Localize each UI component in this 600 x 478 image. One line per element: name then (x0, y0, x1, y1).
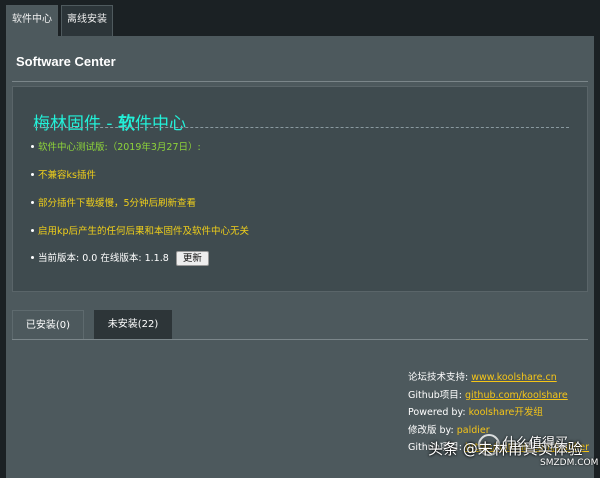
online-version-label: 在线版本: (100, 253, 142, 264)
page-title: Software Center (16, 54, 116, 69)
footer-powered: Powered by: koolshare开发组 (408, 404, 589, 422)
note-text: 不兼容ks插件 (38, 170, 96, 181)
header-text-1: 梅林固件 - (33, 114, 118, 134)
tab-installed[interactable]: 已安装(0) (12, 310, 84, 340)
note-text: 部分插件下载缓慢，5分钟后刷新查看 (38, 198, 197, 209)
powered-label: Powered by: (408, 407, 466, 418)
watermark-overlay: 什么值得买 (503, 436, 569, 451)
watermark-sub: SMZDM.COM (540, 458, 599, 468)
install-tabs: 已安装(0) 未安装(22) (12, 310, 588, 340)
header-text-3: 件中心 (134, 114, 186, 134)
github-link[interactable]: github.com/koolshare (465, 390, 568, 401)
top-tab-bar: 软件中心 离线安装 (0, 0, 600, 36)
note-slow-download: 部分插件下载缓慢，5分钟后刷新查看 (31, 195, 196, 209)
forum-label: 论坛技术支持: (408, 372, 469, 383)
note-text: 软件中心测试版:（2019年3月27日）: (38, 142, 201, 153)
tab-divider (12, 339, 588, 340)
modified-label: 修改版 by: (408, 424, 454, 436)
tab-offline-install[interactable]: 离线安装 (61, 5, 113, 36)
tab-not-installed[interactable]: 未安装(22) (94, 310, 172, 340)
footer-forum: 论坛技术支持: www.koolshare.cn (408, 369, 589, 387)
bullet-icon (31, 145, 34, 148)
bullet-icon (31, 201, 34, 204)
github-label: Github项目: (408, 389, 462, 401)
header-divider (35, 127, 569, 128)
note-disclaimer: 启用kp后产生的任何后果和本固件及软件中心无关 (31, 223, 249, 237)
bullet-icon (31, 256, 34, 259)
note-test-version: 软件中心测试版:（2019年3月27日）: (31, 139, 201, 153)
info-box: 梅林固件 - 软件中心 软件中心测试版:（2019年3月27日）: 不兼容ks插… (12, 86, 588, 292)
current-version-value: 0.0 (82, 253, 98, 264)
tab-software-center[interactable]: 软件中心 (6, 5, 58, 36)
note-text: 启用kp后产生的任何后果和本固件及软件中心无关 (38, 226, 250, 237)
forum-link[interactable]: www.koolshare.cn (471, 372, 556, 383)
firmware-header: 梅林固件 - 软件中心 (33, 109, 186, 134)
version-line: 当前版本: 0.0 在线版本: 1.1.8 更新 (31, 250, 209, 266)
footer-github: Github项目: github.com/koolshare (408, 387, 589, 405)
current-version-label: 当前版本: (38, 253, 80, 264)
bullet-icon (31, 229, 34, 232)
online-version-value: 1.1.8 (144, 253, 169, 264)
powered-value: koolshare开发组 (468, 407, 543, 418)
bullet-icon (31, 173, 34, 176)
title-divider (12, 81, 588, 82)
note-incompatible: 不兼容ks插件 (31, 167, 96, 181)
update-button[interactable]: 更新 (175, 251, 209, 266)
header-text-2: 软 (117, 114, 135, 134)
main-panel: Software Center 梅林固件 - 软件中心 软件中心测试版:（201… (6, 36, 594, 478)
